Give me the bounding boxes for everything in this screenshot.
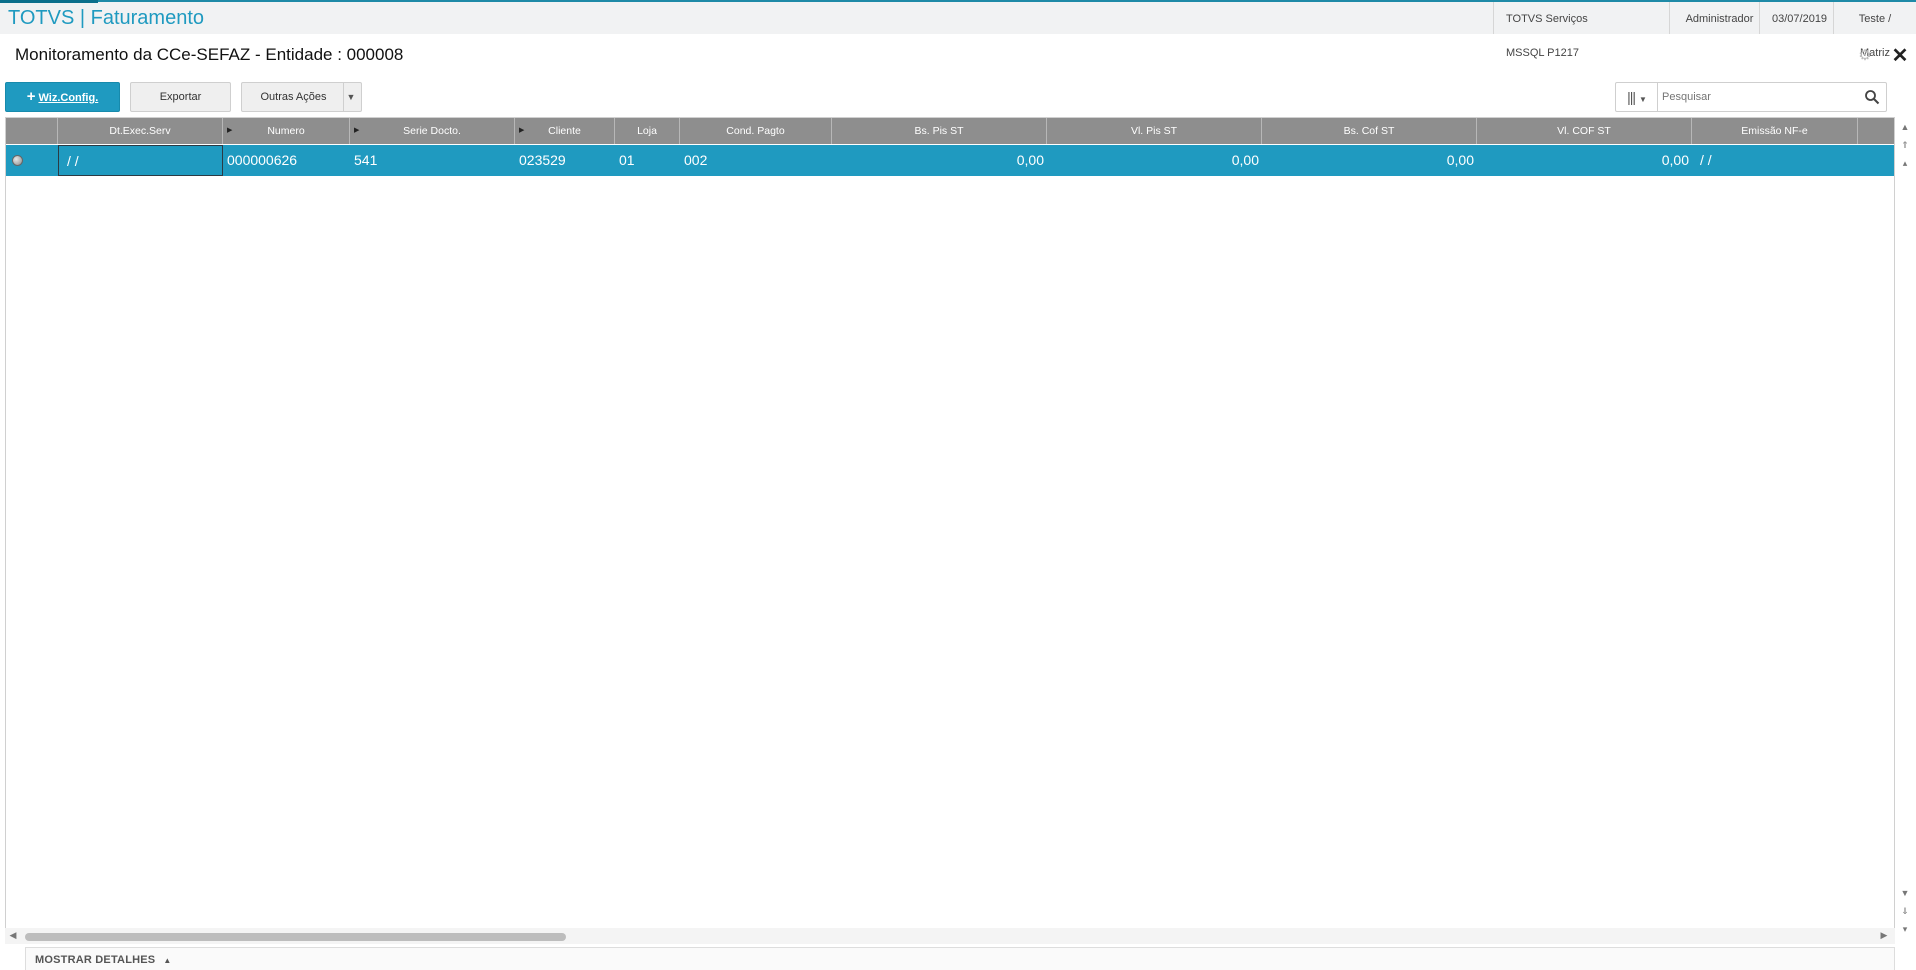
scroll-top-icon[interactable]: ▲ xyxy=(1899,121,1911,133)
wiz-config-button[interactable]: + Wiz.Config. xyxy=(5,82,120,112)
horizontal-scroll-thumb[interactable] xyxy=(25,933,566,941)
vertical-scrollbar[interactable]: ▲ ⇑ ▴ ▼ ⇓ ▾ xyxy=(1895,117,1913,935)
exportar-button[interactable]: Exportar xyxy=(130,82,231,112)
cell-vl-cof-st[interactable]: 0,00 xyxy=(1477,145,1692,176)
column-header-vl-cof-st[interactable]: Vl. COF ST xyxy=(1477,118,1692,144)
date-info[interactable]: 03/07/2019 xyxy=(1759,2,1833,34)
column-header-vl-pis-st[interactable]: Vl. Pis ST xyxy=(1047,118,1262,144)
scroll-right-icon[interactable]: ▶ xyxy=(1878,930,1890,941)
scroll-down-icon[interactable]: ▼ xyxy=(1899,887,1911,899)
column-header-loja[interactable]: Loja xyxy=(615,118,680,144)
outras-acoes-label: Outras Ações xyxy=(260,91,327,103)
search-input[interactable] xyxy=(1662,87,1862,107)
status-dot-icon xyxy=(12,155,23,166)
column-header-cond-pagto[interactable]: Cond. Pagto xyxy=(680,118,832,144)
app-header: TOTVS | Faturamento TOTVS Serviços MSSQL… xyxy=(0,0,1916,59)
scroll-up-icon[interactable]: ▴ xyxy=(1899,157,1911,169)
column-header-dt-exec-serv[interactable]: Dt.Exec.Serv xyxy=(58,118,223,144)
columns-selector[interactable]: ||| ▼ xyxy=(1616,83,1658,111)
data-grid: Dt.Exec.Serv ▶ Numero ▶ Serie Docto. ▶ C… xyxy=(5,117,1895,932)
cell-dt-exec-serv[interactable]: / / xyxy=(58,145,223,176)
columns-icon: ||| xyxy=(1627,89,1636,105)
server-info: TOTVS Serviços MSSQL P1217 xyxy=(1493,2,1629,59)
wiz-config-label: Wiz.Config. xyxy=(38,92,99,104)
exportar-label: Exportar xyxy=(159,91,202,103)
grid-header: Dt.Exec.Serv ▶ Numero ▶ Serie Docto. ▶ C… xyxy=(6,118,1894,144)
column-header-cliente-label: Cliente xyxy=(548,125,581,137)
column-header-serie-docto[interactable]: ▶ Serie Docto. xyxy=(350,118,515,144)
column-header-numero[interactable]: ▶ Numero xyxy=(223,118,350,144)
details-panel-toggle[interactable]: MOSTRAR DETALHES ▲ xyxy=(25,947,1895,970)
cell-serie[interactable]: 541 xyxy=(350,145,515,176)
active-tab-indicator xyxy=(0,0,98,3)
cell-numero[interactable]: 000000626 xyxy=(223,145,350,176)
scroll-page-down-icon[interactable]: ⇓ xyxy=(1899,905,1911,917)
plus-icon: + xyxy=(26,88,36,105)
details-toggle-label: MOSTRAR DETALHES ▲ xyxy=(35,954,172,966)
column-header-emissao-nfe[interactable]: Emissão NF-e xyxy=(1692,118,1858,144)
app-title: TOTVS | Faturamento xyxy=(8,7,205,29)
gear-icon[interactable]: ⚙ xyxy=(1857,48,1873,64)
search-box: ||| ▼ xyxy=(1615,82,1887,112)
column-header-cliente[interactable]: ▶ Cliente xyxy=(515,118,615,144)
cell-cond-pagto[interactable]: 002 xyxy=(680,145,832,176)
page-title: Monitoramento da CCe-SEFAZ - Entidade : … xyxy=(15,45,404,64)
cell-loja[interactable]: 01 xyxy=(615,145,680,176)
column-header-bs-cof-st[interactable]: Bs. Cof ST xyxy=(1262,118,1477,144)
row-status-cell[interactable] xyxy=(6,145,58,176)
cell-vl-pis-st[interactable]: 0,00 xyxy=(1047,145,1262,176)
column-header-status[interactable] xyxy=(6,118,58,144)
cell-emissao-nfe[interactable]: / / xyxy=(1692,145,1858,176)
chevron-down-icon: ▼ xyxy=(1639,95,1647,104)
sort-arrow-icon: ▶ xyxy=(354,127,360,134)
column-header-numero-label: Numero xyxy=(267,125,305,137)
cell-bs-cof-st[interactable]: 0,00 xyxy=(1262,145,1477,176)
column-header-bs-pis-st[interactable]: Bs. Pis ST xyxy=(832,118,1047,144)
table-row[interactable]: / / 000000626 541 023529 01 002 0,00 0,0… xyxy=(6,145,1894,176)
sort-arrow-icon: ▶ xyxy=(227,127,233,134)
horizontal-scrollbar[interactable]: ◀ ▶ xyxy=(5,928,1895,944)
close-icon[interactable]: ✕ xyxy=(1890,46,1910,66)
chevron-up-icon: ▲ xyxy=(163,956,172,965)
branch-info[interactable]: Teste / Matriz xyxy=(1833,2,1916,59)
chevron-down-icon[interactable]: ▼ xyxy=(343,83,358,111)
cell-cliente[interactable]: 023529 xyxy=(515,145,615,176)
sort-arrow-icon: ▶ xyxy=(519,127,525,134)
scroll-page-up-icon[interactable]: ⇑ xyxy=(1899,139,1911,151)
search-icon[interactable] xyxy=(1864,89,1880,105)
column-header-filler xyxy=(1858,118,1894,144)
scroll-bottom-icon[interactable]: ▾ xyxy=(1899,923,1911,935)
scroll-left-icon[interactable]: ◀ xyxy=(7,930,19,941)
cell-bs-pis-st[interactable]: 0,00 xyxy=(832,145,1047,176)
column-header-serie-docto-label: Serie Docto. xyxy=(403,125,461,137)
user-info[interactable]: Administrador xyxy=(1669,2,1769,34)
outras-acoes-button[interactable]: Outras Ações ▼ xyxy=(241,82,362,112)
